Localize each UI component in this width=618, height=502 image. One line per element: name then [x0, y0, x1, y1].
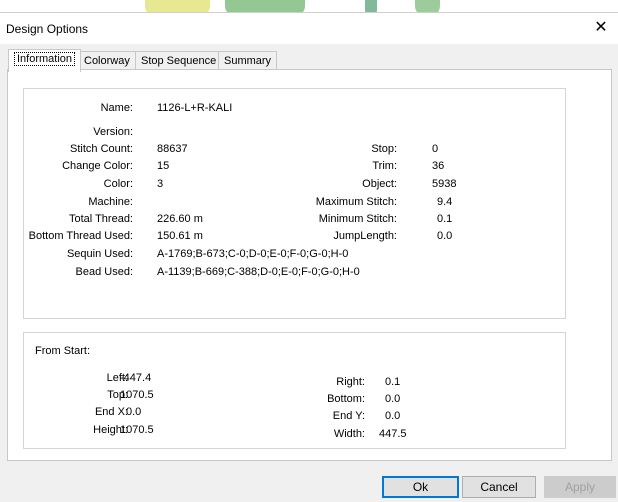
- name-value: 1126-L+R-KALI: [157, 102, 233, 114]
- machine-label: Machine:: [88, 196, 133, 208]
- minimum-stitch-value: 0.1: [437, 213, 453, 225]
- maximum-stitch-label: Maximum Stitch:: [315, 196, 397, 208]
- name-label: Name:: [100, 102, 133, 114]
- tab-information[interactable]: Information: [8, 49, 82, 72]
- sequin-used-value: A-1769;B-673;C-0;D-0;E-0;F-0;G-0;H-0: [157, 248, 349, 260]
- window-title: Design Options: [6, 22, 89, 36]
- end-x-value: 0.0: [126, 406, 142, 418]
- jump-length-value: 0.0: [437, 230, 453, 242]
- tab-colorway[interactable]: Colorway: [78, 51, 136, 71]
- total-thread-label: Total Thread:: [68, 213, 133, 225]
- trim-value: 36: [432, 160, 445, 172]
- color-label: Color:: [103, 178, 133, 190]
- top-value: 1070.5: [120, 389, 154, 401]
- end-y-label: End Y:: [332, 410, 365, 422]
- height-value: 1070.5: [120, 424, 154, 436]
- information-panel: Name: 1126-L+R-KALI Version: Stitch Coun…: [7, 69, 612, 461]
- object-value: 5938: [432, 178, 457, 190]
- stop-value: 0: [432, 143, 439, 155]
- bottom-value: 0.0: [385, 393, 401, 405]
- ok-button[interactable]: Ok: [382, 476, 459, 498]
- width-label: Width:: [333, 428, 365, 440]
- apply-button[interactable]: Apply: [544, 476, 616, 498]
- left-value: -447.4: [120, 372, 152, 384]
- end-y-value: 0.0: [385, 410, 401, 422]
- right-value: 0.1: [385, 376, 401, 388]
- object-label: Object:: [362, 178, 397, 190]
- total-thread-value: 226.60 m: [157, 213, 203, 225]
- bottom-thread-value: 150.61 m: [157, 230, 203, 242]
- version-label: Version:: [93, 126, 133, 138]
- maximum-stitch-value: 9.4: [437, 196, 453, 208]
- color-value: 3: [157, 178, 164, 190]
- design-options-dialog: Design Options ✕ Information Colorway St…: [0, 12, 618, 502]
- cancel-button[interactable]: Cancel: [462, 476, 536, 498]
- change-color-label: Change Color:: [62, 160, 133, 172]
- jump-length-label: JumpLength:: [333, 230, 397, 242]
- minimum-stitch-label: Minimum Stitch:: [318, 213, 397, 225]
- trim-label: Trim:: [372, 160, 397, 172]
- bead-used-label: Bead Used:: [75, 266, 133, 278]
- right-label: Right:: [336, 376, 365, 388]
- from-start-group: From Start: Left: -447.4 Top: 1070.5 End…: [23, 332, 566, 449]
- width-value: 447.5: [379, 428, 407, 440]
- stop-label: Stop:: [371, 143, 397, 155]
- sequin-used-label: Sequin Used:: [66, 248, 133, 260]
- end-x-label: End X:: [94, 406, 128, 418]
- bead-used-value: A-1139;B-669;C-388;D-0;E-0;F-0;G-0;H-0: [157, 266, 360, 278]
- title-bar: Design Options ✕: [0, 13, 618, 44]
- change-color-value: 15: [157, 160, 170, 172]
- bottom-label: Bottom:: [327, 393, 365, 405]
- tab-summary[interactable]: Summary: [218, 51, 278, 71]
- stitch-count-label: Stitch Count:: [70, 143, 133, 155]
- bottom-thread-label: Bottom Thread Used:: [28, 230, 133, 242]
- design-info-group: Name: 1126-L+R-KALI Version: Stitch Coun…: [23, 88, 566, 319]
- stitch-count-value: 88637: [157, 143, 188, 155]
- tab-stop-sequence[interactable]: Stop Sequence: [135, 51, 223, 71]
- close-icon[interactable]: ✕: [590, 18, 612, 38]
- from-start-heading: From Start:: [35, 345, 91, 357]
